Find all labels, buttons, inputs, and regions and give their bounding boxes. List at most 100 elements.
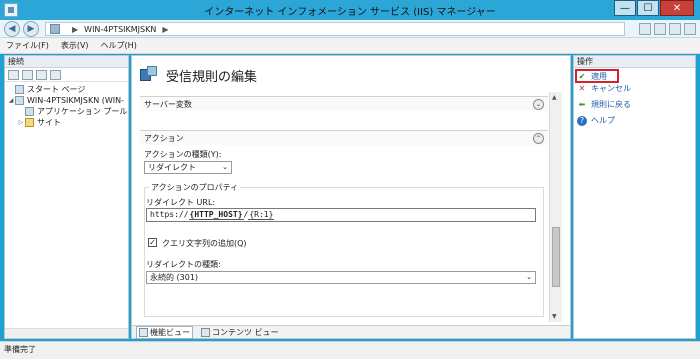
action-apply[interactable]: ✔ 適用 xyxy=(577,71,607,82)
action-type-label: アクションの種類(Y): xyxy=(144,150,222,159)
content-view-icon xyxy=(201,327,210,337)
section-title: アクション xyxy=(144,133,184,143)
tree-item-label: WIN-4PTSIKMJSKN (WIN- xyxy=(27,96,124,105)
forward-button[interactable]: ▶ xyxy=(23,21,39,37)
redirect-type-label: リダイレクトの種類: xyxy=(146,260,221,269)
action-help[interactable]: ? ヘルプ xyxy=(577,115,615,126)
tree-item-sites[interactable]: ▷ サイト xyxy=(5,117,128,128)
expand-icon[interactable]: ◢ xyxy=(7,95,15,106)
redirect-url-label: リダイレクト URL: xyxy=(146,198,216,207)
folder-icon xyxy=(25,118,34,127)
breadcrumb-separator-icon: ▶ xyxy=(162,24,169,34)
back-arrow-icon: ⬅ xyxy=(578,100,586,109)
tree-item-label: サイト xyxy=(37,118,61,127)
features-view-icon xyxy=(139,327,148,337)
view-tabs: 機能ビュー コンテンツ ビュー xyxy=(132,325,570,339)
minimize-button[interactable]: — xyxy=(614,0,636,16)
help-icon[interactable] xyxy=(684,23,696,35)
url-rewrite-icon xyxy=(140,66,158,84)
menu-help[interactable]: ヘルプ(H) xyxy=(101,40,137,51)
scroll-down-icon[interactable]: ▼ xyxy=(552,313,557,320)
horizontal-scrollbar[interactable] xyxy=(5,328,128,338)
connections-title: 接続 xyxy=(5,56,128,68)
close-button[interactable]: ✕ xyxy=(660,0,694,16)
action-properties-title: アクションのプロパティ xyxy=(149,182,241,193)
page-title: 受信規則の編集 xyxy=(166,69,258,85)
action-label: 適用 xyxy=(591,72,607,81)
redirect-url-input[interactable]: https://{HTTP_HOST}/{R:1} xyxy=(146,208,536,222)
window-controls: — ☐ ✕ xyxy=(613,0,694,18)
scrollbar-thumb[interactable] xyxy=(552,227,560,287)
actions-title: 操作 xyxy=(574,56,695,68)
chevron-up-icon[interactable]: ⌃ xyxy=(533,132,544,144)
connections-tree: スタート ページ ◢ WIN-4PTSIKMJSKN (WIN- アプリケーショ… xyxy=(5,82,128,128)
back-button[interactable]: ◀ xyxy=(4,21,20,37)
apply-icon: ✔ xyxy=(578,72,586,81)
window-title: インターネット インフォメーション サービス (IIS) マネージャー xyxy=(204,7,496,18)
breadcrumb-server[interactable]: WIN-4PTSIKMJSKN xyxy=(84,25,156,34)
connections-pane: 接続 スタート ページ ◢ WIN-4PTSIKMJSKN (WIN- アプリケ… xyxy=(4,55,129,339)
tree-item-server[interactable]: ◢ WIN-4PTSIKMJSKN (WIN- xyxy=(5,95,128,106)
menu-file[interactable]: ファイル(F) xyxy=(6,40,49,51)
action-cancel[interactable]: ✕ キャンセル xyxy=(577,83,631,94)
up-icon[interactable] xyxy=(36,69,47,80)
collapse-icon[interactable]: ▷ xyxy=(17,117,25,128)
menu-view[interactable]: 表示(V) xyxy=(61,40,89,51)
start-page-icon xyxy=(15,85,24,94)
address-tools xyxy=(636,23,696,35)
action-back-to-rules[interactable]: ⬅ 規則に戻る xyxy=(577,99,631,110)
dropdown-arrow-icon: ⌄ xyxy=(222,163,228,171)
redirect-type-select[interactable]: 永続的 (301) ⌄ xyxy=(146,271,536,284)
connect-server-icon[interactable] xyxy=(50,69,61,80)
section-title: サーバー変数 xyxy=(144,99,192,109)
action-header[interactable]: アクション ⌃ xyxy=(140,131,548,145)
home-icon[interactable] xyxy=(669,23,681,35)
edit-rule-pane: 受信規則の編集 サーバー変数 ⌄ アクション ⌃ アクションの種類(Y): リダ… xyxy=(131,55,571,339)
action-label: 規則に戻る xyxy=(591,100,631,109)
server-icon xyxy=(50,24,60,34)
action-label: ヘルプ xyxy=(591,116,615,125)
action-type-value: リダイレクト xyxy=(148,163,196,172)
tab-label: 機能ビュー xyxy=(150,327,190,337)
status-bar: 準備完了 xyxy=(0,341,700,359)
vertical-scrollbar[interactable]: ▲ ▼ xyxy=(549,92,562,322)
status-text: 準備完了 xyxy=(4,345,36,354)
menu-bar: ファイル(F) 表示(V) ヘルプ(H) xyxy=(0,38,700,54)
actions-pane: 操作 ✔ 適用 ✕ キャンセル ⬅ 規則に戻る ? ヘルプ xyxy=(573,55,696,339)
refresh-icon[interactable] xyxy=(639,23,651,35)
maximize-button[interactable]: ☐ xyxy=(637,0,659,16)
action-section: アクション ⌃ アクションの種類(Y): リダイレクト ⌄ アクションのプロパテ… xyxy=(140,130,548,322)
scroll-up-icon[interactable]: ▲ xyxy=(552,94,557,101)
page-header: 受信規則の編集 xyxy=(140,64,257,86)
help-icon: ? xyxy=(577,115,587,126)
tab-label: コンテンツ ビュー xyxy=(212,327,279,337)
dropdown-arrow-icon: ⌄ xyxy=(526,273,532,281)
tree-item-label: スタート ページ xyxy=(27,85,86,94)
address-bar: ◀ ▶ ▶ WIN-4PTSIKMJSKN ▶ xyxy=(0,20,700,38)
append-query-checkbox[interactable]: ✓ xyxy=(148,238,157,247)
connections-toolbar xyxy=(5,68,128,82)
cancel-icon: ✕ xyxy=(578,84,586,93)
tree-item-app-pools[interactable]: アプリケーション プール xyxy=(5,106,128,117)
server-icon xyxy=(15,96,24,105)
action-label: キャンセル xyxy=(591,84,631,93)
append-query-label: クエリ文字列の追加(Q) xyxy=(162,239,247,248)
stop-icon[interactable] xyxy=(654,23,666,35)
title-bar: インターネット インフォメーション サービス (IIS) マネージャー — ☐ … xyxy=(0,0,700,20)
chevron-down-icon[interactable]: ⌄ xyxy=(533,98,544,110)
tab-content-view[interactable]: コンテンツ ビュー xyxy=(201,327,279,338)
save-icon[interactable] xyxy=(22,69,33,80)
connect-icon[interactable] xyxy=(8,69,19,80)
tree-item-start-page[interactable]: スタート ページ xyxy=(5,84,128,95)
redirect-url-token-r1: {R:1} xyxy=(248,210,275,220)
server-variables-header[interactable]: サーバー変数 ⌄ xyxy=(140,97,548,111)
action-type-select[interactable]: リダイレクト ⌄ xyxy=(144,161,232,174)
tree-item-label: アプリケーション プール xyxy=(37,107,128,116)
redirect-type-value: 永続的 (301) xyxy=(150,273,199,282)
tab-features-view[interactable]: 機能ビュー xyxy=(136,325,193,339)
breadcrumb[interactable]: ▶ WIN-4PTSIKMJSKN ▶ xyxy=(45,22,625,36)
breadcrumb-separator-icon: ▶ xyxy=(72,24,79,34)
redirect-url-prefix: https:// xyxy=(150,210,189,219)
redirect-url-token-host: {HTTP_HOST} xyxy=(188,210,244,220)
app-pool-icon xyxy=(25,107,34,116)
